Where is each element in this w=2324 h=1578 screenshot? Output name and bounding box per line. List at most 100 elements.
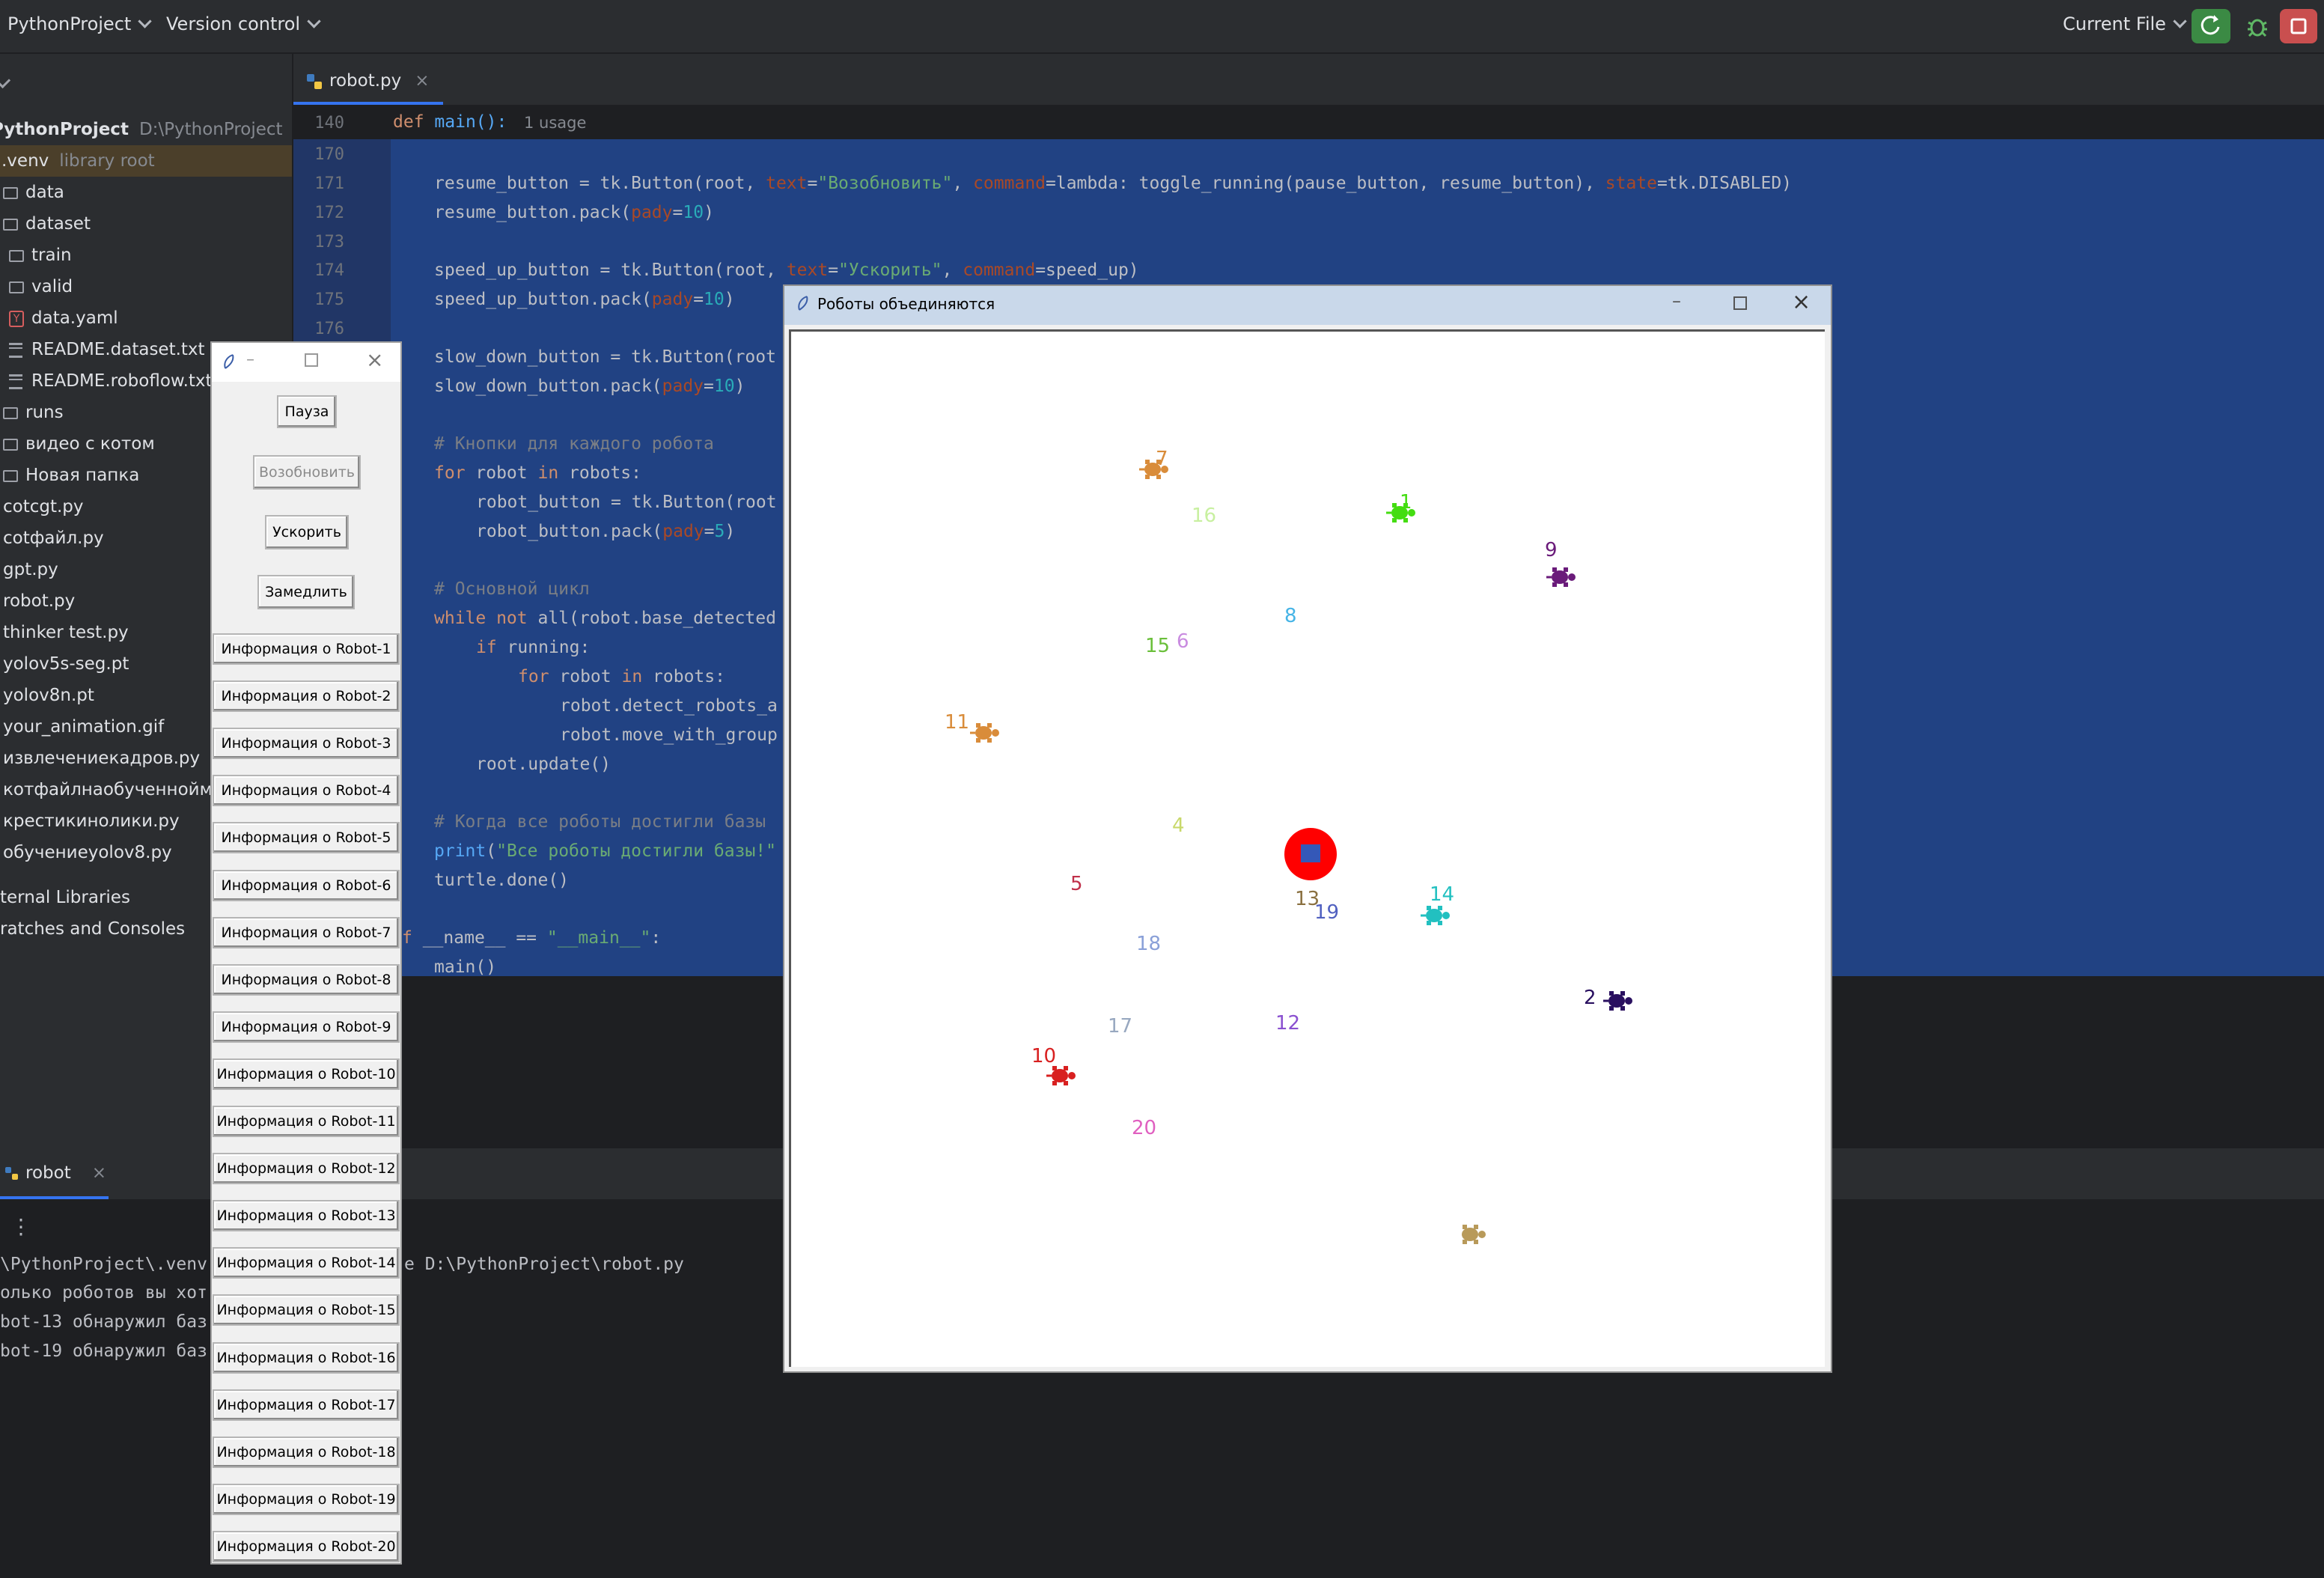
run-config-selector[interactable]: Current File — [2063, 13, 2187, 34]
tree-item[interactable]: your_animation.gif — [3, 711, 164, 743]
tree-item-venv[interactable]: .venv library root — [0, 145, 292, 177]
robot-info-button-12[interactable]: Информация о Robot-12 — [213, 1153, 400, 1185]
tree-item[interactable]: видео с котом — [3, 428, 155, 460]
tree-item[interactable]: обучениеyolov8.py — [3, 837, 172, 868]
robot-info-button-19[interactable]: Информация о Robot-19 — [213, 1483, 400, 1515]
turtle-robot-icon — [1421, 906, 1450, 925]
close-icon[interactable]: × — [366, 347, 383, 372]
tree-item-label: thinker test.py — [3, 623, 129, 642]
rerun-button[interactable] — [2192, 9, 2230, 43]
tree-external-libraries[interactable]: ternal Libraries — [0, 882, 130, 913]
rerun-icon — [2201, 15, 2220, 35]
minimize-icon[interactable]: – — [1672, 290, 1681, 311]
tree-item-label: котфайлнаобученноймо — [3, 780, 224, 799]
tree-item[interactable]: data — [3, 177, 64, 208]
robot-info-button-14[interactable]: Информация о Robot-14 — [213, 1247, 400, 1279]
robot-info-button-15[interactable]: Информация о Robot-15 — [213, 1294, 400, 1326]
turtle-robot-icon — [1546, 567, 1576, 587]
tree-item[interactable]: thinker test.py — [3, 617, 129, 648]
console-path: e D:\PythonProject\robot.py — [404, 1255, 684, 1274]
robot-label: 6 — [1177, 630, 1189, 653]
text-file-icon — [9, 342, 22, 358]
tree-item[interactable]: yolov5s-seg.pt — [3, 648, 129, 680]
robot-info-button-11[interactable]: Информация о Robot-11 — [213, 1106, 400, 1137]
project-selector[interactable]: PythonProject — [7, 13, 153, 34]
tree-scratches[interactable]: ratches and Consoles — [0, 913, 185, 945]
turtle-robot-icon — [1046, 1066, 1076, 1085]
maximize-icon[interactable] — [1733, 296, 1747, 310]
speed-up-button[interactable]: Ускорить — [265, 515, 349, 549]
turtle-robot-icon — [1139, 460, 1168, 479]
robot-info-button-1[interactable]: Информация о Robot-1 — [213, 633, 400, 665]
robot-info-button-17[interactable]: Информация о Robot-17 — [213, 1389, 400, 1421]
close-tab-icon[interactable]: × — [415, 71, 429, 91]
line-number: 171 — [314, 174, 344, 193]
tree-item-label: обучениеyolov8.py — [3, 843, 172, 862]
tree-item[interactable]: README.dataset.txt — [9, 334, 205, 365]
robot-info-button-2[interactable]: Информация о Robot-2 — [213, 680, 400, 713]
tree-item[interactable]: Новая папка — [3, 460, 139, 491]
tree-item[interactable]: крестикинолики.py — [3, 805, 180, 837]
editor-tab-bar — [293, 54, 2324, 106]
tree-item[interactable]: valid — [9, 271, 73, 302]
folder-icon — [3, 186, 18, 199]
stop-button[interactable] — [2280, 9, 2317, 43]
stop-icon — [2290, 18, 2307, 34]
tree-item[interactable]: gpt.py — [3, 554, 58, 585]
robot-info-button-13[interactable]: Информация о Robot-13 — [213, 1200, 400, 1232]
python-run-icon — [5, 1166, 18, 1180]
robot-info-button-10[interactable]: Информация о Robot-10 — [213, 1058, 400, 1090]
tab-label: robot.py — [329, 71, 402, 91]
robot-info-button-16[interactable]: Информация о Robot-16 — [213, 1341, 400, 1374]
tree-root[interactable]: PythonProject D:\PythonProject — [0, 114, 283, 145]
robot-info-button-18[interactable]: Информация о Robot-18 — [213, 1436, 400, 1468]
usage-hint[interactable]: 1 usage — [524, 114, 586, 132]
tree-item[interactable]: Ydata.yaml — [9, 302, 118, 334]
robot-info-button-4[interactable]: Информация о Robot-4 — [213, 775, 400, 807]
code-line: # Кнопки для каждого робота — [434, 434, 714, 454]
robot-info-button-5[interactable]: Информация о Robot-5 — [213, 822, 400, 854]
pause-button[interactable]: Пауза — [277, 395, 337, 428]
robot-info-button-20[interactable]: Информация о Robot-20 — [213, 1530, 400, 1562]
tree-item[interactable]: README.roboflow.txt — [9, 365, 213, 397]
code-line: slow_down_button = tk.Button(root — [434, 347, 776, 367]
console-line: bot-13 обнаружил баз — [0, 1312, 207, 1332]
close-tab-icon[interactable]: × — [92, 1163, 106, 1183]
tab-robot-py[interactable]: robot.py × — [305, 66, 430, 96]
tree-item[interactable]: yolov8n.pt — [3, 680, 94, 711]
close-icon[interactable]: × — [1792, 289, 1811, 315]
minimize-icon[interactable]: – — [246, 350, 254, 369]
console-line: bot-19 обнаружил баз — [0, 1341, 207, 1361]
vcs-selector[interactable]: Version control — [166, 13, 321, 34]
tree-item[interactable]: dataset — [3, 208, 91, 240]
tree-item[interactable]: cotфайл.py — [3, 523, 104, 554]
tree-item-label: valid — [31, 277, 73, 296]
robot-info-button-3[interactable]: Информация о Robot-3 — [213, 728, 400, 760]
robot-info-button-9[interactable]: Информация о Robot-9 — [213, 1011, 400, 1043]
turtle-robot-icon — [1603, 991, 1632, 1011]
collapse-icon[interactable] — [0, 72, 11, 89]
tree-item-label: извлечениекадров.py — [3, 749, 201, 768]
turtle-robot-icon — [970, 723, 999, 743]
tree-item[interactable]: cotcgt.py — [3, 491, 84, 523]
slow-down-button[interactable]: Замедлить — [257, 575, 355, 609]
robot-label: 15 — [1145, 635, 1171, 657]
maximize-icon[interactable] — [305, 353, 318, 367]
tree-item[interactable]: извлечениекадров.py — [3, 743, 200, 774]
tree-item[interactable]: runs — [3, 397, 64, 428]
more-options-icon[interactable]: ⋮ — [10, 1214, 31, 1239]
tree-item-label: Новая папка — [25, 466, 140, 485]
code-line: if running: — [476, 638, 591, 657]
tree-item[interactable]: котфайлнаобученноймо — [3, 774, 223, 805]
robot-label: 2 — [1584, 987, 1596, 1009]
debug-button[interactable] — [2238, 9, 2277, 43]
robot-info-button-7[interactable]: Информация о Robot-7 — [213, 916, 400, 948]
robot-info-button-8[interactable]: Информация о Robot-8 — [213, 963, 400, 996]
robot-info-button-6[interactable]: Информация о Robot-6 — [213, 869, 400, 901]
tree-item[interactable]: train — [9, 240, 72, 271]
run-tab-robot[interactable]: robot × — [4, 1163, 106, 1183]
robot-label: 19 — [1314, 901, 1340, 924]
resume-button[interactable]: Возобновить — [253, 455, 361, 490]
tree-item[interactable]: robot.py — [3, 585, 75, 617]
tree-item-label: README.roboflow.txt — [31, 371, 213, 391]
